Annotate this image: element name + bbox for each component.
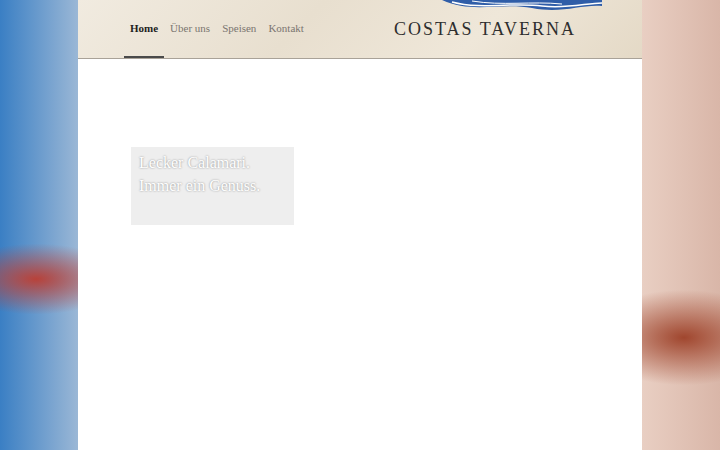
page: HomeÜber unsSpeisenKontaktCOSTAS TAVERNA…: [0, 0, 720, 450]
nav-item[interactable]: Speisen: [216, 0, 262, 58]
nav-item[interactable]: Kontakt: [262, 0, 309, 58]
site-header: HomeÜber unsSpeisenKontaktCOSTAS TAVERNA: [78, 0, 642, 59]
main-nav: HomeÜber unsSpeisenKontakt: [124, 0, 310, 58]
nav-item[interactable]: Home: [124, 0, 164, 58]
nav-item[interactable]: Über uns: [164, 0, 216, 58]
hero-text: Lecker Calamari. Immer ein Genuss.: [139, 151, 286, 197]
hero-box: Lecker Calamari. Immer ein Genuss.: [131, 147, 294, 225]
site-container: HomeÜber unsSpeisenKontaktCOSTAS TAVERNA…: [78, 0, 642, 450]
flag-wave-icon: [442, 0, 602, 14]
content: Lecker Calamari. Immer ein Genuss.: [78, 59, 642, 225]
